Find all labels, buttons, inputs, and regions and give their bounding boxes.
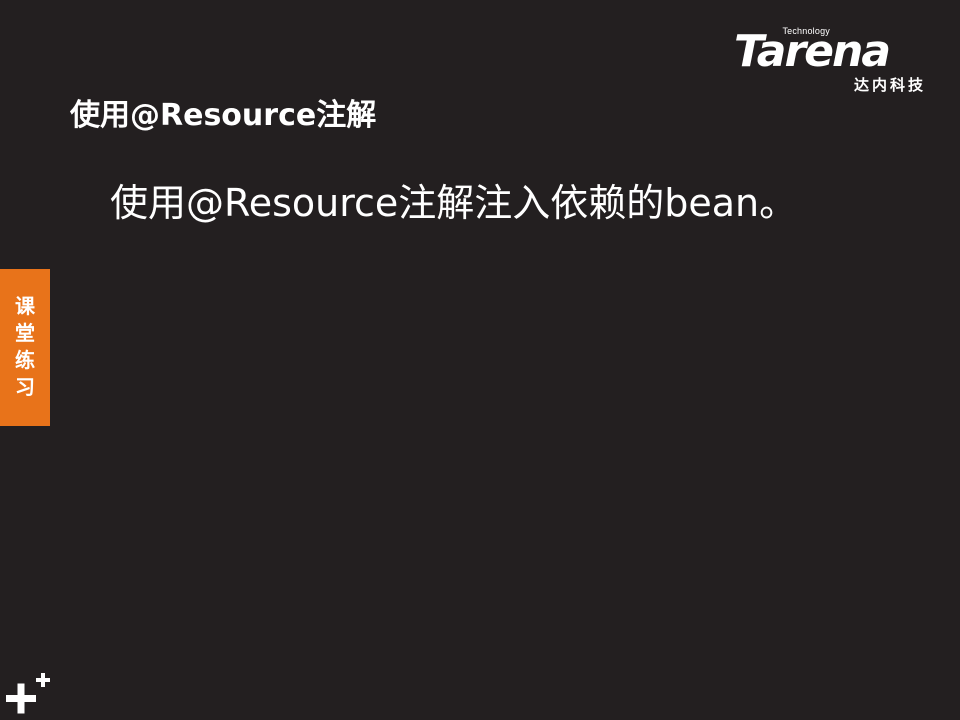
side-tab-char: 堂 bbox=[15, 321, 35, 345]
side-tab-char: 练 bbox=[15, 348, 35, 372]
side-tab: 课 堂 练 习 bbox=[0, 269, 50, 426]
side-tab-label: 课 堂 练 习 bbox=[0, 293, 50, 401]
logo-brand-cn: 达内科技 bbox=[853, 76, 926, 94]
side-tab-char: 课 bbox=[15, 294, 35, 318]
side-tab-char: 习 bbox=[15, 375, 35, 399]
plus-icon bbox=[6, 673, 50, 714]
slide: Technology Tarena 达内科技 使用@Resource注解 使用@… bbox=[0, 0, 960, 720]
slide-body-text: 使用@Resource注解注入依赖的bean。 bbox=[110, 181, 798, 225]
tarena-logo: Technology Tarena 达内科技 bbox=[734, 26, 930, 96]
slide-title: 使用@Resource注解 bbox=[70, 98, 377, 133]
logo-brand: Tarena bbox=[734, 26, 891, 77]
